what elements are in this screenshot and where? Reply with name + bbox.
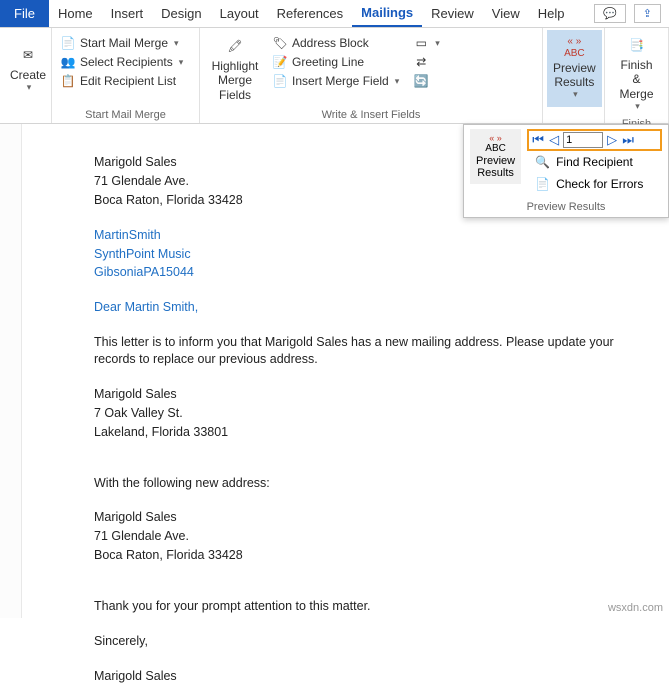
- search-icon: 🔍: [535, 155, 550, 169]
- select-recipients-label: Select Recipients: [80, 55, 173, 69]
- greeting-icon: 📝: [272, 54, 288, 70]
- chevron-down-icon: ▾: [27, 82, 32, 93]
- old-addr2: Lakeland, Florida 33801: [94, 424, 669, 441]
- match-icon: ⇄: [413, 54, 429, 70]
- signature: Marigold Sales: [94, 668, 669, 685]
- recip-cityzip: GibsoniaPA15044: [94, 264, 669, 281]
- recip-name: MartinSmith: [94, 227, 669, 244]
- insert-merge-field-label: Insert Merge Field: [292, 74, 389, 88]
- start-mail-merge-button[interactable]: 📄 Start Mail Merge ▾: [56, 34, 187, 52]
- closing: Sincerely,: [94, 633, 669, 650]
- chevron-down-icon: ▾: [174, 38, 179, 49]
- check-errors-button[interactable]: 📄 Check for Errors: [527, 173, 662, 195]
- chevron-down-icon: ▾: [635, 101, 640, 112]
- preview-icon: « »ABC: [560, 37, 588, 59]
- chevron-down-icon: ▾: [573, 89, 578, 100]
- greeting-line-label: Greeting Line: [292, 55, 364, 69]
- update-labels-button[interactable]: 🔄: [409, 72, 444, 90]
- preview-results-button[interactable]: « »ABC Preview Results ▾: [547, 30, 602, 107]
- list-icon: 📋: [60, 73, 76, 89]
- new-name: Marigold Sales: [94, 509, 669, 526]
- chevron-down-icon: ▾: [179, 57, 184, 68]
- old-addr1: 7 Oak Valley St.: [94, 405, 669, 422]
- field-icon: 📄: [272, 73, 288, 89]
- transition: With the following new address:: [94, 475, 669, 492]
- check-icon: 📄: [535, 177, 550, 191]
- salutation: Dear Martin Smith,: [94, 299, 669, 316]
- group-label-start-merge: Start Mail Merge: [56, 107, 195, 123]
- tab-help[interactable]: Help: [529, 0, 574, 27]
- recip-company: SynthPoint Music: [94, 246, 669, 263]
- dd-preview-label: Preview Results: [476, 155, 515, 180]
- tab-mailings[interactable]: Mailings: [352, 0, 422, 27]
- create-label: Create: [10, 68, 46, 82]
- rules-button[interactable]: ▭▾: [409, 34, 444, 52]
- preview-label: Preview Results: [553, 61, 596, 90]
- address-block-label: Address Block: [292, 36, 369, 50]
- new-addr1: 71 Glendale Ave.: [94, 528, 669, 545]
- select-recipients-button[interactable]: 👥 Select Recipients ▾: [56, 53, 187, 71]
- last-record-button[interactable]: ⏭: [621, 132, 635, 148]
- group-label-empty: [4, 107, 47, 123]
- document-icon: 📄: [60, 35, 76, 51]
- tab-bar: File Home Insert Design Layout Reference…: [0, 0, 669, 28]
- edit-recipient-list-button[interactable]: 📋 Edit Recipient List: [56, 72, 187, 90]
- dropdown-footer: Preview Results: [464, 199, 668, 217]
- left-margin: [0, 124, 22, 618]
- tab-design[interactable]: Design: [152, 0, 210, 27]
- finish-merge-button[interactable]: 📑 Finish & Merge ▾: [609, 30, 664, 116]
- create-button[interactable]: ✉ Create ▾: [4, 30, 52, 107]
- first-record-button[interactable]: ⏮: [531, 132, 545, 148]
- comments-button[interactable]: 💬: [594, 4, 626, 23]
- tab-insert[interactable]: Insert: [102, 0, 153, 27]
- tab-file[interactable]: File: [0, 0, 49, 27]
- find-recipient-label: Find Recipient: [556, 155, 633, 169]
- group-label-write: Write & Insert Fields: [204, 107, 538, 123]
- start-mail-merge-label: Start Mail Merge: [80, 36, 168, 50]
- record-navigation: ⏮ ◁ ▷ ⏭: [527, 129, 662, 151]
- old-name: Marigold Sales: [94, 386, 669, 403]
- tab-review[interactable]: Review: [422, 0, 483, 27]
- envelope-icon: ✉: [14, 44, 42, 66]
- match-fields-button[interactable]: ⇄: [409, 53, 444, 71]
- finish-label: Finish & Merge: [615, 58, 658, 101]
- highlight-icon: 🖍: [221, 35, 249, 57]
- greeting-line-button[interactable]: 📝 Greeting Line: [268, 53, 403, 71]
- update-icon: 🔄: [413, 73, 429, 89]
- ribbon: ✉ Create ▾ 📄 Start Mail Merge ▾ 👥 Select…: [0, 28, 669, 124]
- tab-view[interactable]: View: [483, 0, 529, 27]
- thanks: Thank you for your prompt attention to t…: [94, 598, 669, 615]
- highlight-label: Highlight Merge Fields: [210, 59, 260, 102]
- prev-record-button[interactable]: ◁: [547, 132, 561, 148]
- new-addr2: Boca Raton, Florida 33428: [94, 547, 669, 564]
- edit-recipient-list-label: Edit Recipient List: [80, 74, 176, 88]
- preview-results-dropdown: « » ABC Preview Results ⏮ ◁ ▷ ⏭ 🔍 Find R…: [463, 124, 669, 218]
- tab-references[interactable]: References: [268, 0, 352, 27]
- watermark: wsxdn.com: [608, 602, 663, 614]
- address-block-button[interactable]: 🏷 Address Block: [268, 34, 403, 52]
- record-number-input[interactable]: [563, 132, 603, 148]
- people-icon: 👥: [60, 54, 76, 70]
- finish-icon: 📑: [623, 34, 651, 56]
- highlight-merge-fields-button[interactable]: 🖍 Highlight Merge Fields: [204, 30, 266, 107]
- body-intro: This letter is to inform you that Marigo…: [94, 334, 634, 368]
- tab-home[interactable]: Home: [49, 0, 102, 27]
- find-recipient-button[interactable]: 🔍 Find Recipient: [527, 151, 662, 173]
- insert-merge-field-button[interactable]: 📄 Insert Merge Field ▾: [268, 72, 403, 90]
- next-record-button[interactable]: ▷: [605, 132, 619, 148]
- share-button[interactable]: ⇪: [634, 4, 661, 23]
- check-errors-label: Check for Errors: [556, 177, 643, 191]
- address-icon: 🏷: [272, 35, 288, 51]
- preview-results-toggle[interactable]: « » ABC Preview Results: [470, 129, 521, 184]
- chevron-down-icon: ▾: [395, 76, 400, 87]
- rules-icon: ▭: [413, 35, 429, 51]
- tab-layout[interactable]: Layout: [211, 0, 268, 27]
